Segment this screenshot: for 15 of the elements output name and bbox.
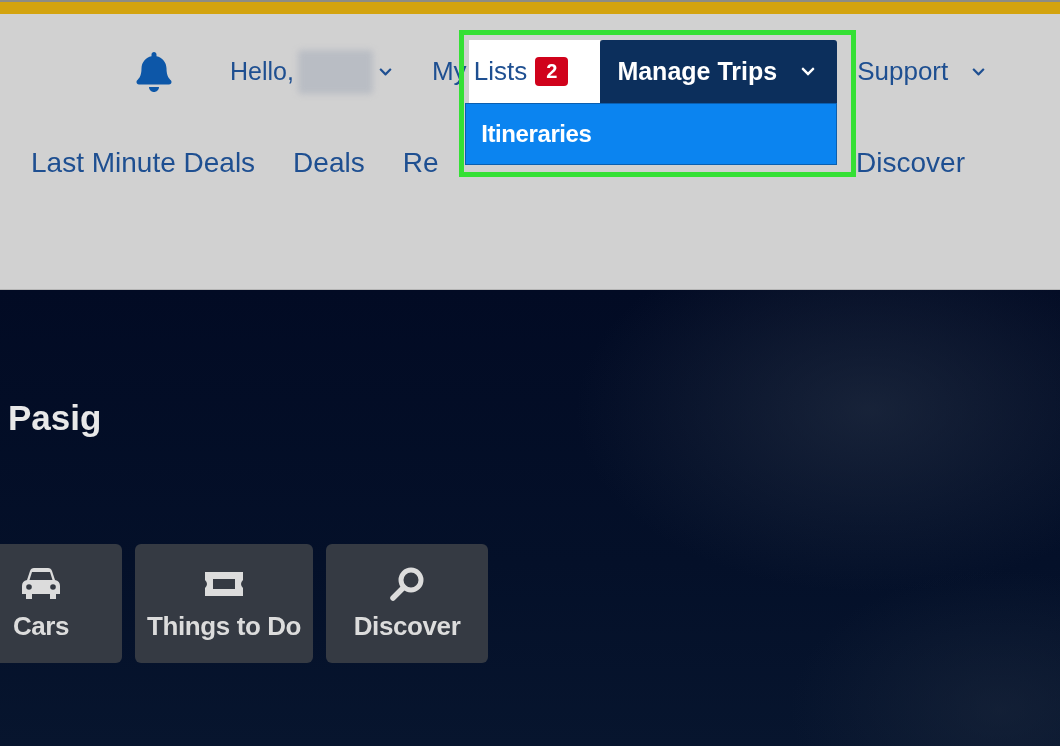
hero-title: Pasig [8, 398, 102, 438]
nav-link[interactable]: Discover [856, 146, 965, 180]
support-link[interactable]: Support [857, 56, 949, 87]
manage-trips-button[interactable]: Manage Trips [600, 40, 838, 103]
category-tile[interactable]: Things to Do [135, 544, 314, 663]
count-badge: 2 [535, 57, 569, 86]
bell-icon[interactable] [136, 51, 172, 92]
nav-link[interactable]: Deals [293, 146, 365, 180]
category-tile[interactable]: Cars [0, 544, 122, 663]
menu-item[interactable]: Itineraries [465, 103, 838, 165]
nav-link[interactable]: Last Minute Deals [31, 146, 256, 180]
car-icon [21, 566, 61, 601]
greeting-link[interactable]: Hello, [230, 57, 294, 86]
nav-link[interactable]: Re [402, 146, 439, 180]
category-tile[interactable]: Discover [326, 544, 489, 663]
